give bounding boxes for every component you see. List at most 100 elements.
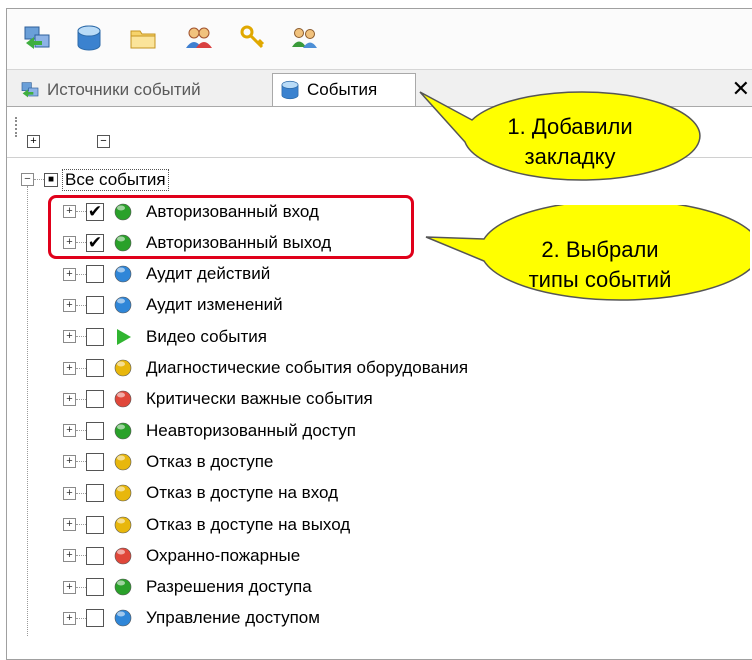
tree-item-row[interactable]: + Отказ в доступе на выход (63, 509, 350, 540)
tab-events-label: События (307, 80, 378, 99)
item-label: Неавторизованный доступ (146, 420, 356, 440)
item-label: Диагностические события оборудования (146, 358, 469, 377)
tree-connector-line (27, 186, 28, 636)
tree-item-row[interactable]: + Охранно-пожарные (63, 540, 300, 571)
tree-connector (76, 398, 86, 400)
item-expand-toggle[interactable]: + (63, 361, 76, 375)
item-expand-toggle[interactable]: + (63, 330, 76, 344)
root-checkbox[interactable]: ■ (44, 172, 58, 187)
tree-item-row[interactable]: + Неавторизованный доступ (63, 415, 356, 446)
events-database-icon (281, 80, 299, 100)
tree-connector (76, 273, 86, 275)
item-checkbox[interactable] (86, 327, 104, 346)
tree-item-row[interactable]: + Диагностические события оборудования (63, 353, 468, 384)
blue-circle-icon (112, 294, 134, 316)
tree-connector (76, 555, 86, 557)
callout-add-tab: 1. Добавили закладку (410, 80, 710, 200)
item-expand-toggle[interactable]: + (63, 424, 76, 438)
main-toolbar (7, 9, 752, 70)
user-groups-button[interactable] (289, 21, 321, 55)
callout-1-line-2: закладку (524, 144, 616, 169)
item-checkbox[interactable] (86, 359, 104, 377)
green-circle-icon (112, 420, 134, 442)
item-checkbox[interactable] (86, 296, 104, 315)
users-button[interactable] (183, 21, 215, 55)
tree-item-row[interactable]: + Аудит действий (63, 259, 270, 290)
red-circle-icon (112, 545, 134, 567)
item-checkbox[interactable] (86, 390, 104, 409)
user-groups-icon (292, 28, 317, 48)
folder-button[interactable] (127, 21, 159, 55)
events-database-icon (77, 25, 101, 51)
tree-connector (76, 492, 86, 494)
item-expand-toggle[interactable]: + (63, 580, 76, 594)
yellow-circle-icon (112, 482, 134, 504)
collapse-all-button[interactable]: − (97, 135, 110, 148)
item-expand-toggle[interactable]: + (63, 518, 76, 531)
item-expand-toggle[interactable]: + (63, 267, 76, 281)
event-sources-button[interactable] (21, 21, 53, 55)
item-label: Отказ в доступе на выход (146, 514, 351, 534)
item-checkbox[interactable] (86, 265, 104, 284)
item-checkbox[interactable] (86, 484, 104, 503)
item-expand-toggle[interactable]: + (63, 611, 76, 625)
item-checkbox[interactable] (86, 578, 104, 597)
blue-circle-icon (112, 263, 134, 285)
tree-connector (76, 617, 86, 619)
play-triangle-icon (112, 326, 134, 348)
tree-connector (76, 367, 86, 369)
tree-item-row[interactable]: + Управление доступом (63, 603, 320, 634)
event-sources-icon (24, 26, 50, 49)
item-checkbox[interactable] (86, 546, 104, 565)
item-label: Видео события (146, 326, 267, 346)
keys-button[interactable] (237, 21, 269, 55)
tree-item-row[interactable]: + Отказ в доступе (63, 446, 273, 477)
callout-1-line-1: 1. Добавили (507, 114, 633, 139)
users-icon (186, 27, 212, 48)
tree-connector (76, 461, 86, 463)
callout-select-types: 2. Выбрали типы событий (420, 199, 752, 325)
item-label: Охранно-пожарные (146, 545, 301, 565)
item-expand-toggle[interactable]: + (63, 392, 76, 406)
red-circle-icon (112, 388, 134, 410)
item-label: Аудит действий (146, 264, 271, 284)
item-label: Отказ в доступе (146, 451, 274, 471)
root-collapse-toggle[interactable]: − (21, 173, 34, 186)
item-checkbox[interactable] (86, 515, 104, 534)
item-expand-toggle[interactable]: + (63, 455, 76, 469)
item-label: Разрешения доступа (146, 577, 312, 597)
green-circle-icon (112, 576, 134, 598)
item-label: Отказ в доступе на вход (146, 483, 338, 503)
root-label: Все события (62, 168, 169, 191)
item-checkbox[interactable] (86, 609, 104, 628)
item-expand-toggle[interactable]: + (63, 298, 76, 312)
tree-connector (76, 304, 86, 306)
tree-item-row[interactable]: + Аудит изменений (63, 290, 283, 321)
item-label: Управление доступом (146, 608, 320, 628)
tree-item-row[interactable]: + Видео события (63, 321, 267, 352)
yellow-circle-icon (112, 514, 134, 536)
item-checkbox[interactable] (86, 421, 104, 440)
expand-all-button[interactable]: + (27, 135, 40, 148)
tab-event-sources[interactable]: Источники событий (13, 74, 269, 105)
tree-item-row[interactable]: + Разрешения доступа (63, 572, 312, 603)
item-expand-toggle[interactable]: + (63, 486, 76, 500)
tab-events[interactable]: События (272, 73, 416, 106)
close-tab-button[interactable]: ✕ (732, 76, 750, 102)
item-expand-toggle[interactable]: + (63, 549, 76, 563)
events-button[interactable] (73, 21, 105, 55)
blue-circle-icon (112, 607, 134, 629)
toolbar-grip[interactable] (15, 117, 19, 137)
yellow-circle-icon (112, 451, 134, 473)
tree-connector (76, 524, 86, 525)
item-checkbox[interactable] (86, 452, 104, 471)
tree-root-row[interactable]: − ■ Все события (21, 164, 169, 195)
tree-item-row[interactable]: + Критически важные события (63, 384, 373, 415)
callout-2-line-1: 2. Выбрали (541, 237, 659, 262)
tree-connector (76, 430, 86, 432)
callout-2-line-2: типы событий (528, 267, 672, 292)
item-label: Аудит изменений (146, 295, 283, 315)
selection-highlight (48, 195, 414, 259)
item-label: Критически важные события (146, 389, 373, 409)
tree-item-row[interactable]: + Отказ в доступе на вход (63, 478, 338, 509)
